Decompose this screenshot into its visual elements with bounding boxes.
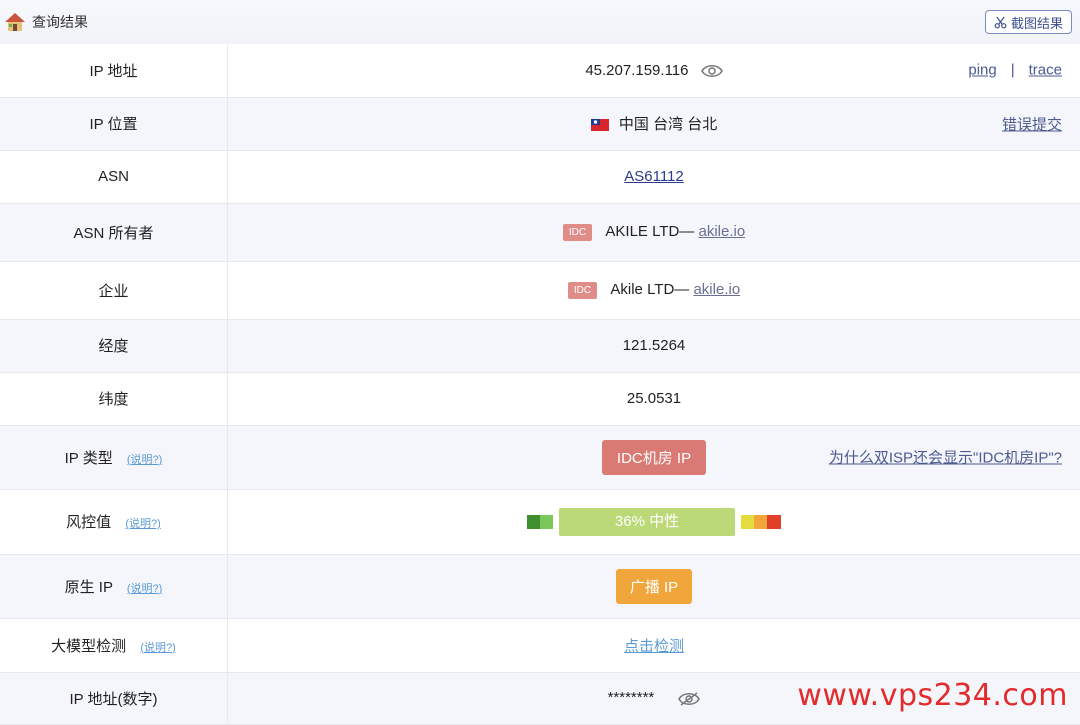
longitude-value: 121.5264 [228, 319, 1080, 372]
row-asn: ASN AS61112 [0, 150, 1080, 203]
row-label: IP 地址 [0, 44, 228, 97]
risk-high-segment [741, 515, 781, 529]
house-icon [4, 11, 26, 33]
screenshot-button[interactable]: 截图结果 [985, 10, 1072, 34]
eye-off-icon[interactable] [678, 691, 700, 707]
row-label: 纬度 [0, 372, 228, 425]
ip-tools: ping | trace [968, 62, 1062, 79]
row-ip-address: IP 地址 45.207.159.116 ping | trace [0, 44, 1080, 97]
row-label: 风控值 [66, 514, 111, 531]
row-label: 大模型检测 [51, 638, 126, 655]
row-company: 企业 IDC Akile LTD— akile.io [0, 261, 1080, 319]
taiwan-flag-icon [591, 119, 609, 131]
row-label: ASN 所有者 [0, 203, 228, 261]
row-label: IP 位置 [0, 97, 228, 150]
native-ip-badge: 广播 IP [616, 569, 692, 604]
latitude-value: 25.0531 [228, 372, 1080, 425]
result-header: 查询结果 截图结果 [0, 0, 1080, 44]
company-domain-link[interactable]: akile.io [693, 281, 740, 298]
risk-low-segment [527, 515, 553, 529]
ip-type-tools: 为什么双ISP还会显示"IDC机房IP"? [829, 447, 1062, 468]
ip-type-help-link[interactable]: (说明?) [127, 454, 162, 466]
row-llm-detect: 大模型检测 (说明?) 点击检测 [0, 618, 1080, 672]
tool-separator: | [1011, 62, 1015, 79]
header-title: 查询结果 [32, 12, 88, 32]
detect-link[interactable]: 点击检测 [624, 638, 684, 655]
llm-help-link[interactable]: (说明?) [140, 642, 175, 654]
ping-link[interactable]: ping [968, 62, 996, 79]
ip-number-value: ******** [608, 689, 655, 706]
row-ip-type: IP 类型 (说明?) IDC机房 IP 为什么双ISP还会显示"IDC机房IP… [0, 425, 1080, 489]
row-label: 企业 [0, 261, 228, 319]
ip-type-question-link[interactable]: 为什么双ISP还会显示"IDC机房IP"? [829, 447, 1062, 468]
ip-value: 45.207.159.116 [585, 62, 688, 79]
row-asn-owner: ASN 所有者 IDC AKILE LTD— akile.io [0, 203, 1080, 261]
idc-badge: IDC [568, 282, 597, 299]
location-tools: 错误提交 [1002, 113, 1062, 134]
row-label: 经度 [0, 319, 228, 372]
row-latitude: 纬度 25.0531 [0, 372, 1080, 425]
risk-meter: 36% 中性 [527, 508, 781, 536]
row-label: IP 类型 [65, 450, 113, 467]
screenshot-button-label: 截图结果 [1011, 13, 1063, 32]
watermark: www.vps234.com [797, 678, 1068, 713]
asn-link[interactable]: AS61112 [624, 168, 684, 185]
scissors-icon [994, 16, 1007, 29]
row-risk: 风控值 (说明?) 36% 中性 [0, 489, 1080, 554]
result-table: IP 地址 45.207.159.116 ping | trace IP 位置 … [0, 44, 1080, 725]
ip-type-badge: IDC机房 IP [602, 440, 706, 475]
trace-link[interactable]: trace [1029, 62, 1062, 79]
row-label: 原生 IP [65, 579, 113, 596]
asn-owner-name: AKILE LTD— [605, 223, 694, 240]
report-error-link[interactable]: 错误提交 [1002, 113, 1062, 134]
location-value: 中国 台湾 台北 [619, 116, 717, 133]
row-native-ip: 原生 IP (说明?) 广播 IP [0, 554, 1080, 618]
row-ip-location: IP 位置 中国 台湾 台北 错误提交 [0, 97, 1080, 150]
asn-owner-domain-link[interactable]: akile.io [698, 223, 745, 240]
header-left: 查询结果 [4, 11, 88, 33]
row-longitude: 经度 121.5264 [0, 319, 1080, 372]
native-help-link[interactable]: (说明?) [127, 583, 162, 595]
idc-badge: IDC [563, 224, 592, 241]
risk-score-bar: 36% 中性 [559, 508, 735, 536]
row-label: ASN [0, 150, 228, 203]
company-name: Akile LTD— [610, 281, 689, 298]
eye-icon[interactable] [701, 63, 723, 79]
row-label: IP 地址(数字) [0, 672, 228, 724]
risk-help-link[interactable]: (说明?) [125, 518, 160, 530]
